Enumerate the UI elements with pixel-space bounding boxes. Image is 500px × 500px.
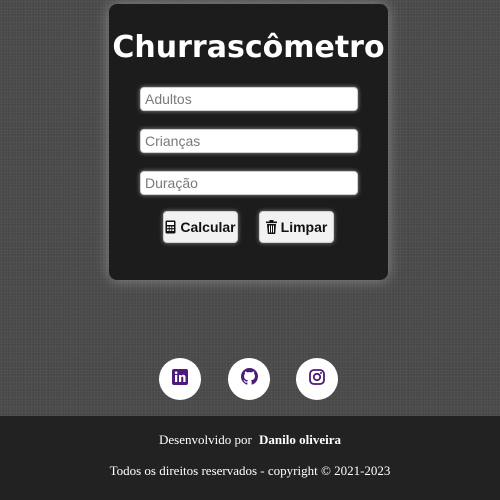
calculator-icon xyxy=(165,220,176,234)
clear-label: Limpar xyxy=(280,219,328,235)
instagram-icon xyxy=(309,368,325,390)
github-icon xyxy=(240,368,258,390)
duration-input[interactable] xyxy=(140,171,358,195)
instagram-link[interactable] xyxy=(296,358,338,400)
author-name: Danilo oliveira xyxy=(259,432,341,447)
developed-by-text: Desenvolvido por xyxy=(158,432,252,447)
page-title: Churrascômetro xyxy=(112,30,385,65)
copyright-text: Todos os direitos reservados - copyright… xyxy=(109,463,391,478)
linkedin-icon xyxy=(172,368,188,390)
calculate-button[interactable]: Calcular xyxy=(163,211,238,243)
adults-input[interactable] xyxy=(140,87,358,111)
clear-button[interactable]: Limpar xyxy=(259,211,334,243)
children-input[interactable] xyxy=(140,129,358,153)
linkedin-link[interactable] xyxy=(159,358,201,400)
calculate-label: Calcular xyxy=(180,219,236,235)
github-link[interactable] xyxy=(228,358,270,400)
trash-icon xyxy=(265,220,277,234)
developer-credit: Desenvolvido por Danilo oliveira xyxy=(0,432,500,448)
calculator-card: Churrascômetro Calcular xyxy=(109,4,388,280)
footer: Desenvolvido por Danilo oliveira Todos o… xyxy=(0,416,500,500)
